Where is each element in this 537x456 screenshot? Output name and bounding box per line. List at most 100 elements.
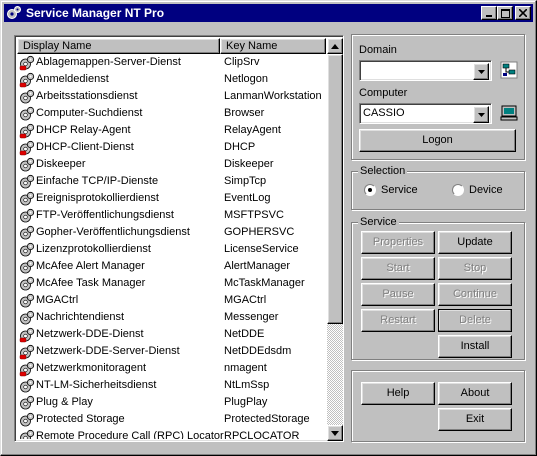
list-item[interactable]: Netzwerkmonitoragent nmagent	[17, 360, 326, 377]
restart-button[interactable]: Restart	[361, 309, 435, 332]
delete-button[interactable]: Delete	[438, 309, 512, 332]
scroll-up-button[interactable]	[327, 38, 343, 54]
list-item[interactable]: DHCP-Client-Dienst DHCP	[17, 139, 326, 156]
list-item[interactable]: Arbeitsstationsdienst LanmanWorkstation	[17, 88, 326, 105]
list-item[interactable]: NT-LM-Sicherheitsdienst NtLmSsp	[17, 377, 326, 394]
service-stopped-icon	[19, 72, 35, 88]
logon-button-label: Logon	[422, 134, 453, 146]
column-header-key-name[interactable]: Key Name	[220, 38, 326, 54]
display-name-cell: DHCP Relay-Agent	[36, 124, 131, 136]
display-name-cell: Gopher-Veröffentlichungsdienst	[36, 226, 190, 238]
browse-domain-button[interactable]	[499, 60, 519, 80]
window-title: Service Manager NT Pro	[26, 6, 165, 20]
service-group: Service Properties Update Start Stop Pau…	[351, 215, 525, 360]
service-running-icon	[19, 395, 35, 411]
list-item[interactable]: Diskeeper Diskeeper	[17, 156, 326, 173]
display-name-cell: Ereignisprotokollierdienst	[36, 192, 159, 204]
browse-computer-button[interactable]	[499, 103, 519, 123]
start-button[interactable]: Start	[361, 257, 435, 280]
connection-group: Domain Computer CASSIO Logon	[351, 34, 525, 160]
list-item[interactable]: Einfache TCP/IP-Dienste SimpTcp	[17, 173, 326, 190]
continue-button-label: Continue	[452, 288, 498, 300]
logon-button[interactable]: Logon	[359, 129, 516, 152]
key-name-cell: ProtectedStorage	[224, 413, 310, 425]
about-button[interactable]: About	[438, 382, 512, 405]
continue-button[interactable]: Continue	[438, 283, 512, 306]
display-name-cell: Plug & Play	[36, 396, 93, 408]
list-item[interactable]: Remote Procedure Call (RPC) Locator RPCLO…	[17, 428, 326, 439]
computer-combobox[interactable]: CASSIO	[359, 103, 492, 124]
list-item[interactable]: Ereignisprotokollierdienst EventLog	[17, 190, 326, 207]
app-window: Service Manager NT Pro Display Name Key …	[0, 0, 537, 456]
display-name-cell: Remote Procedure Call (RPC) Locator	[36, 430, 224, 439]
delete-button-label: Delete	[459, 314, 491, 326]
service-running-icon	[19, 259, 35, 275]
radio-service-dot	[368, 188, 372, 192]
display-name-cell: Ablagemappen-Server-Dienst	[36, 56, 181, 68]
list-item[interactable]: McAfee Task Manager McTaskManager	[17, 275, 326, 292]
key-name-cell: SimpTcp	[224, 175, 267, 187]
list-item[interactable]: Gopher-Veröffentlichungsdienst GOPHERSVC	[17, 224, 326, 241]
restart-button-label: Restart	[380, 314, 416, 326]
app-icon[interactable]	[6, 5, 22, 21]
list-item[interactable]: Nachrichtendienst Messenger	[17, 309, 326, 326]
service-running-icon	[19, 378, 35, 394]
list-item[interactable]: McAfee Alert Manager AlertManager	[17, 258, 326, 275]
close-button[interactable]	[515, 6, 531, 20]
computer-label: Computer	[359, 87, 407, 100]
radio-service[interactable]	[364, 184, 376, 196]
computer-dropdown-arrow[interactable]	[473, 106, 489, 123]
domain-dropdown-arrow[interactable]	[473, 63, 489, 80]
display-name-cell: Diskeeper	[36, 158, 86, 170]
about-button-label: About	[460, 387, 490, 399]
install-button[interactable]: Install	[438, 335, 512, 358]
key-name-cell: GOPHERSVC	[224, 226, 295, 238]
stop-button[interactable]: Stop	[438, 257, 512, 280]
update-button[interactable]: Update	[438, 231, 512, 254]
selection-group-title: Selection	[358, 164, 408, 178]
computer-icon	[500, 105, 518, 121]
scroll-thumb[interactable]	[327, 54, 343, 324]
display-name-cell: Netzwerkmonitoragent	[36, 362, 147, 374]
radio-service-label[interactable]: Service	[381, 184, 418, 197]
key-name-cell: EventLog	[224, 192, 271, 204]
service-stopped-icon	[19, 123, 35, 139]
minimize-button[interactable]	[481, 6, 497, 20]
pause-button[interactable]: Pause	[361, 283, 435, 306]
services-list[interactable]: Display Name Key Name Ablagemappen-Serve…	[14, 35, 344, 442]
display-name-cell: NT-LM-Sicherheitsdienst	[36, 379, 157, 391]
key-name-cell: LanmanWorkstation	[224, 90, 322, 102]
vertical-scrollbar[interactable]	[327, 38, 343, 441]
service-stopped-icon	[19, 327, 35, 343]
list-item[interactable]: Ablagemappen-Server-Dienst ClipSrv	[17, 54, 326, 71]
start-button-label: Start	[386, 262, 410, 274]
key-name-cell: MSFTPSVC	[224, 209, 284, 221]
exit-button[interactable]: Exit	[438, 408, 512, 431]
network-domain-icon	[500, 61, 518, 79]
domain-combobox[interactable]	[359, 60, 492, 81]
display-name-cell: Netzwerk-DDE-Server-Dienst	[36, 345, 180, 357]
list-item[interactable]: Lizenzprotokollierdienst LicenseService	[17, 241, 326, 258]
list-item[interactable]: DHCP Relay-Agent RelayAgent	[17, 122, 326, 139]
scroll-down-button[interactable]	[327, 425, 343, 441]
radio-device[interactable]	[452, 184, 464, 196]
column-header-display-name[interactable]: Display Name	[17, 38, 220, 54]
key-name-cell: AlertManager	[224, 260, 291, 272]
list-item[interactable]: Protected Storage ProtectedStorage	[17, 411, 326, 428]
list-item[interactable]: Netzwerk-DDE-Dienst NetDDE	[17, 326, 326, 343]
properties-button[interactable]: Properties	[361, 231, 435, 254]
list-item[interactable]: Plug & Play PlugPlay	[17, 394, 326, 411]
list-item[interactable]: FTP-Veröffentlichungsdienst MSFTPSVC	[17, 207, 326, 224]
key-name-cell: DHCP	[224, 141, 256, 153]
maximize-button[interactable]	[497, 6, 513, 20]
list-item[interactable]: MGACtrl MGACtrl	[17, 292, 326, 309]
display-name-cell: Netzwerk-DDE-Dienst	[36, 328, 144, 340]
service-stopped-icon	[19, 55, 35, 71]
list-item[interactable]: Netzwerk-DDE-Server-Dienst NetDDEdsdm	[17, 343, 326, 360]
radio-device-label[interactable]: Device	[469, 184, 503, 197]
help-button[interactable]: Help	[361, 382, 435, 405]
computer-value: CASSIO	[363, 107, 405, 119]
list-item[interactable]: Computer-Suchdienst Browser	[17, 105, 326, 122]
list-item[interactable]: Anmeldedienst Netlogon	[17, 71, 326, 88]
title-bar[interactable]: Service Manager NT Pro	[4, 4, 533, 22]
